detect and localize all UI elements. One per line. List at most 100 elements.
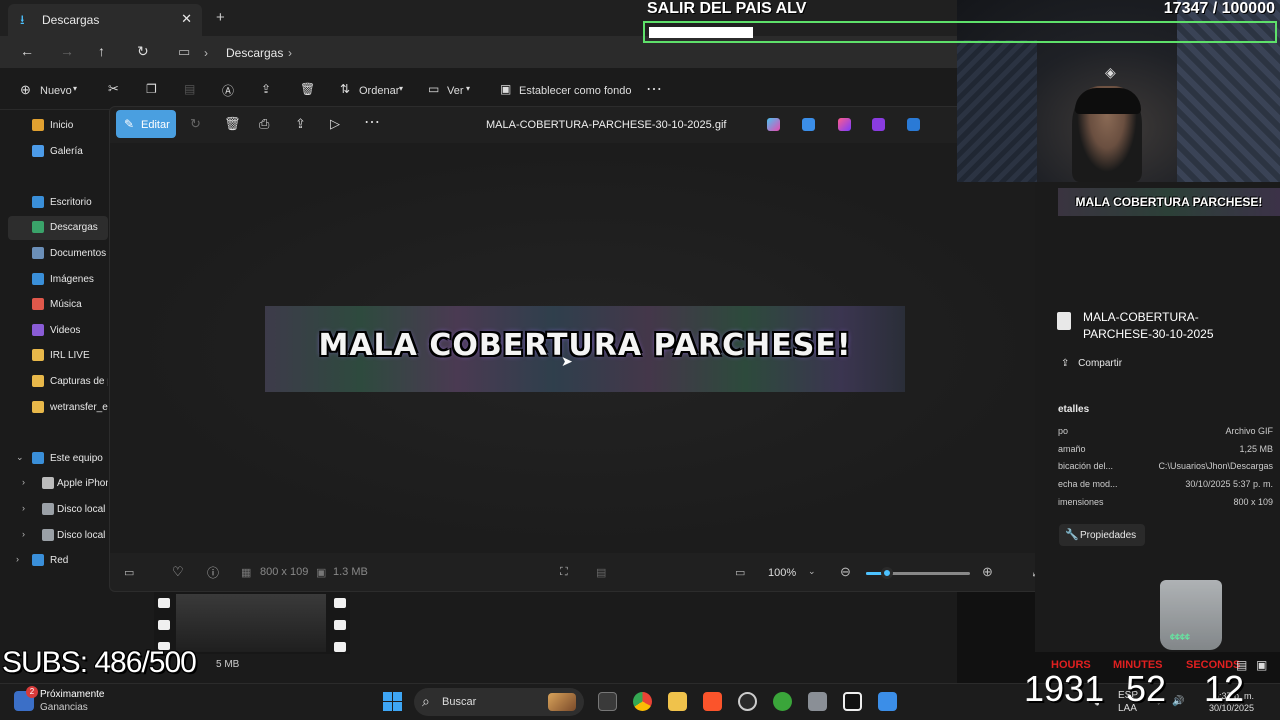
zoom-dropdown[interactable]: 100% ⌄ <box>758 561 828 585</box>
photo-viewer-window: ✎ Editar ↻ 🗑 ⎙ ⇪ ▷ ⋯ MALA-COBERTURA-PARC… <box>109 106 1058 592</box>
image-canvas[interactable]: MALA COBERTURA PARCHESE! ➤ ▶ <box>110 143 1057 553</box>
edit-icon: ✎ <box>124 117 135 131</box>
edit-label: Editar <box>141 119 170 131</box>
sidebar-item[interactable]: Descargas <box>8 216 108 240</box>
address-bar[interactable]: ▭ › Descargas › <box>170 40 946 65</box>
copy-icon[interactable]: ❐ <box>146 82 157 96</box>
zoom-slider-knob[interactable] <box>881 567 893 579</box>
forward-arrow-icon[interactable]: → <box>60 43 74 59</box>
cut-icon[interactable]: ✂ <box>108 81 119 97</box>
obs-icon[interactable] <box>738 692 757 711</box>
sidebar-item[interactable]: › Disco local ( <box>8 498 108 522</box>
edit-button[interactable]: ✎ Editar <box>116 110 176 138</box>
print-icon[interactable]: ⎙ <box>259 116 269 132</box>
share-icon[interactable]: ⇪ <box>295 116 306 132</box>
new-tab-icon[interactable]: + <box>216 9 225 26</box>
zoom-out-icon[interactable]: ⊖ <box>840 564 851 580</box>
details-row: imensiones 800 x 109 <box>1058 497 1273 511</box>
delete-icon[interactable]: 🗑 <box>224 116 241 132</box>
view-button[interactable]: Ver <box>447 85 464 97</box>
xbox-icon[interactable] <box>773 692 792 711</box>
sidebar-item[interactable]: Galería <box>8 140 108 164</box>
zoom-value: 100% <box>768 567 797 579</box>
new-plus-icon[interactable]: ⊕ <box>20 82 31 98</box>
zoom-slider[interactable] <box>866 567 970 579</box>
refresh-icon[interactable]: ↻ <box>137 43 149 60</box>
chevron-right-icon[interactable]: › <box>22 529 25 539</box>
photos-icon[interactable] <box>878 692 897 711</box>
sort-button[interactable]: Ordenar <box>359 85 399 97</box>
sidebar-item[interactable]: Capturas de pa <box>8 370 108 394</box>
designer-icon[interactable] <box>872 118 885 131</box>
copilot-icon[interactable] <box>767 118 780 131</box>
more-options-icon[interactable]: ⋯ <box>364 112 380 132</box>
close-tab-icon[interactable]: ✕ <box>181 11 192 27</box>
up-arrow-icon[interactable]: ↑ <box>98 43 105 59</box>
settings-gear-icon[interactable] <box>808 692 827 711</box>
filmstrip-toggle-icon[interactable]: ▭ <box>124 566 134 579</box>
more-options-icon[interactable]: ⋯ <box>646 79 662 99</box>
sidebar-item[interactable]: › Apple iPhon <box>8 472 108 496</box>
share-button[interactable]: ⇪ Compartir <box>1061 358 1122 369</box>
rotate-icon[interactable]: ↻ <box>190 116 201 132</box>
chrome-icon[interactable] <box>633 692 652 711</box>
volume-icon[interactable]: 🔊 <box>1172 696 1184 707</box>
sidebar-item[interactable]: wetransfer_el- <box>8 396 108 420</box>
file-explorer-icon[interactable] <box>668 692 687 711</box>
back-arrow-icon[interactable]: ← <box>20 43 34 59</box>
sidebar-item[interactable]: Videos <box>8 319 108 343</box>
sidebar-item[interactable]: Escritorio <box>8 191 108 215</box>
favorite-heart-icon[interactable]: ♡ <box>172 564 184 580</box>
sidebar-item[interactable]: Documentos <box>8 242 108 266</box>
sidebar-item-label: Red <box>50 555 69 566</box>
sidebar-item[interactable]: IRL LIVE <box>8 344 108 368</box>
people-detect-icon[interactable]: ⛶ <box>560 566 568 579</box>
image-filesize: 1.3 MB <box>333 566 368 578</box>
sidebar-item[interactable]: Inicio <box>8 114 108 138</box>
delete-icon[interactable]: 🗑 <box>300 82 315 96</box>
text-detect-icon[interactable]: ▤ <box>596 566 606 579</box>
info-icon[interactable]: ⓘ <box>207 564 219 581</box>
new-button[interactable]: Nuevo <box>40 85 72 97</box>
file-icon <box>1057 312 1071 330</box>
photos-app-icon[interactable] <box>802 118 815 131</box>
sidebar-item[interactable]: Imágenes <box>8 268 108 292</box>
tab-descargas[interactable]: ⭳ Descargas ✕ <box>8 4 202 36</box>
sidebar-item[interactable]: › Red <box>8 549 108 573</box>
brave-icon[interactable] <box>703 692 722 711</box>
fit-window-icon[interactable]: ▭ <box>735 566 745 579</box>
film-hole <box>158 598 170 608</box>
taskbar-search[interactable]: ⌕ Buscar <box>414 688 584 716</box>
breadcrumb[interactable]: Descargas <box>226 46 283 60</box>
tray-app-icon[interactable]: ▣ <box>1256 658 1267 672</box>
command-bar: ⊕ Nuevo ▾ ✂ ❐ ▤ Ⓐ ⇪ 🗑 ⇅ Ordenar ▾ ▭ Ver … <box>0 72 957 110</box>
properties-button[interactable]: 🔧 Propiedades <box>1059 524 1145 546</box>
onedrive-icon[interactable] <box>907 118 920 131</box>
details-pane: MALA COBERTURA PARCHESE! MALA-COBERTURA-… <box>1035 182 1280 652</box>
sidebar-item[interactable]: ⌄ Este equipo <box>8 447 108 471</box>
goal-progress-fill <box>649 27 753 38</box>
chevron-down-icon[interactable]: ⌄ <box>16 452 24 463</box>
zoom-in-icon[interactable]: ⊕ <box>982 564 993 580</box>
chevron-right-icon[interactable]: › <box>16 554 19 564</box>
filesize-icon: ▣ <box>316 567 327 579</box>
share-icon[interactable]: ⇪ <box>261 82 271 96</box>
task-view-icon[interactable] <box>598 692 617 711</box>
capcut-icon[interactable] <box>843 692 862 711</box>
rename-icon[interactable]: Ⓐ <box>222 82 234 99</box>
slideshow-icon[interactable]: ▷ <box>330 116 340 132</box>
paste-icon[interactable]: ▤ <box>184 82 195 96</box>
set-background-button[interactable]: Establecer como fondo <box>519 85 632 97</box>
chevron-right-icon[interactable]: › <box>22 477 25 487</box>
clipchamp-icon[interactable] <box>838 118 851 131</box>
thumbnail-image[interactable] <box>176 594 326 652</box>
sidebar-item-label: Imágenes <box>50 274 94 285</box>
sidebar-item[interactable]: Música <box>8 293 108 317</box>
sidebar-item-label: Apple iPhon <box>57 478 108 489</box>
dimensions-icon: ▦ <box>241 567 252 579</box>
start-button[interactable] <box>383 692 402 711</box>
sidebar-item[interactable]: › Disco local (I <box>8 524 108 548</box>
sidebar-item-label: Galería <box>50 146 83 157</box>
navigation-pane: Inicio Galería Escritorio Descargas Document… <box>8 112 108 672</box>
chevron-right-icon[interactable]: › <box>22 503 25 513</box>
